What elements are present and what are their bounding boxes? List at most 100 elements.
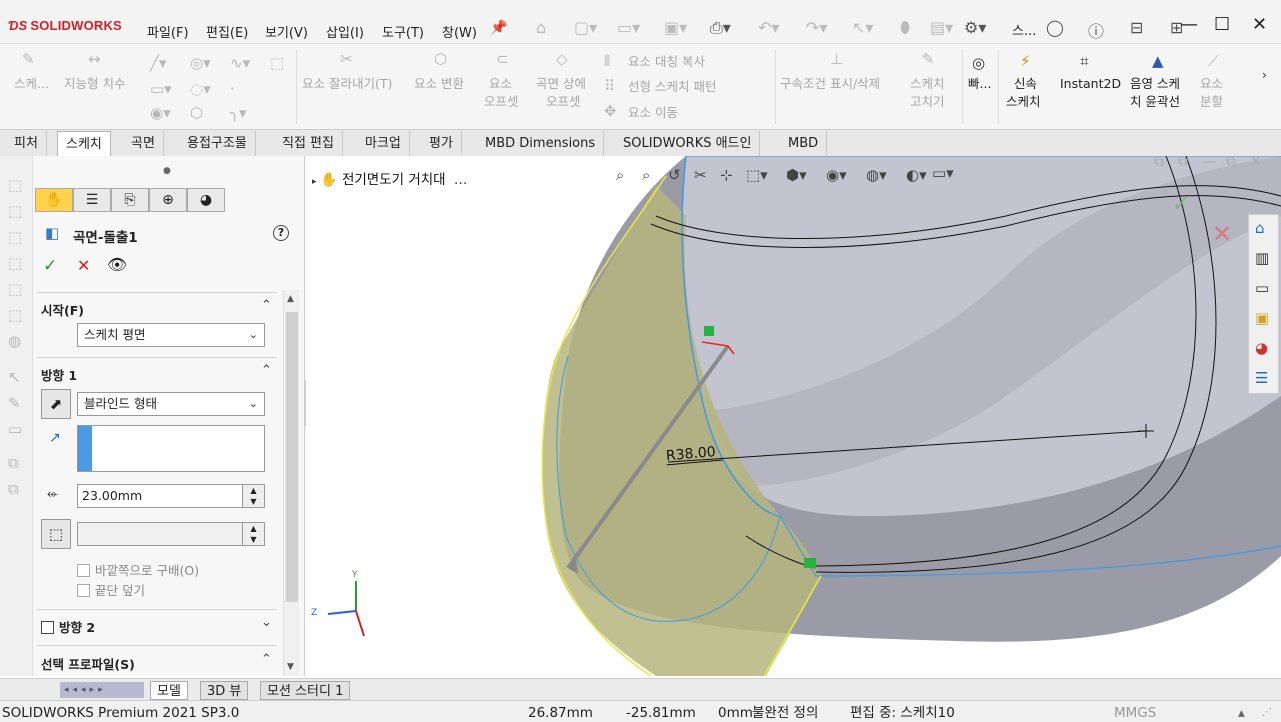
close-icon[interactable]: ✕ — [1252, 14, 1267, 35]
user-account-icon[interactable]: ◯ — [1046, 18, 1064, 37]
convert-entities-icon[interactable]: ⬡ — [434, 50, 447, 68]
more-commands-icon[interactable]: › — [1262, 68, 1267, 82]
menu-window[interactable]: 창(W) — [442, 22, 477, 41]
shaded-contours-label-1[interactable]: 음영 스케 — [1130, 75, 1180, 93]
trim-entities-button[interactable]: 요소 잘라내기(T) — [302, 75, 392, 93]
home-icon[interactable]: ⌂ — [536, 18, 546, 37]
relation-marker[interactable] — [804, 558, 816, 568]
expand-arrow-icon[interactable]: ▸ — [312, 177, 317, 187]
tab-solidworks-addins[interactable]: SOLIDWORKS 애드인 — [615, 131, 761, 156]
unit-system-dropdown-icon[interactable]: ▴ — [1238, 702, 1245, 722]
solidworks-logo[interactable]: ƊS SOLIDWORKS — [8, 18, 122, 33]
shaded-contours-label-2[interactable]: 치 윤곽선 — [1130, 93, 1180, 111]
mirror-entities-button[interactable]: 요소 대칭 복사 — [628, 53, 705, 71]
slot-icon[interactable]: ◌▾ — [190, 80, 211, 98]
hide-show-icon[interactable]: ◉▾ — [826, 166, 847, 184]
open-folder-icon[interactable]: ▭▾ — [617, 18, 640, 37]
help-icon[interactable]: ? — [273, 225, 289, 241]
offset-icon[interactable]: ⊂ — [496, 50, 509, 68]
viewport-tile-icon[interactable]: ⧉ — [1154, 156, 1164, 170]
instant2d-icon[interactable]: ⌗ — [1080, 52, 1088, 70]
polygon-icon[interactable]: ◉▾ — [150, 104, 171, 122]
tab-markup[interactable]: 마크업 — [357, 131, 410, 156]
feature-tree-root[interactable]: ▸ ✋ 전기면도기 거치대 … — [312, 168, 467, 188]
split-entities-label-2[interactable]: 분할 — [1200, 93, 1223, 111]
relation-marker[interactable] — [704, 326, 714, 336]
rapid-sketch-label-2[interactable]: 스케치 — [1006, 93, 1041, 111]
end-condition-dropdown[interactable]: 블라인드 형태 ⌄ — [77, 392, 265, 416]
trim-icon[interactable]: ✂ — [340, 50, 353, 68]
confirm-corner-ok-icon[interactable]: ✓ — [1172, 192, 1190, 217]
home-icon[interactable]: ⌂ — [1255, 219, 1265, 237]
pointer-icon[interactable]: ↖ — [8, 368, 21, 386]
box-icon[interactable]: ⬚ — [8, 280, 22, 298]
preview-eye-icon[interactable]: 👁 — [107, 255, 127, 274]
menu-edit[interactable]: 편집(E) — [206, 22, 248, 41]
chevron-down-icon[interactable]: ⌄ — [261, 615, 272, 630]
tab-mbd[interactable]: MBD — [780, 131, 828, 156]
repair-sketch-label-2[interactable]: 고치기 — [910, 93, 945, 111]
viewport-restore-icon[interactable]: ⧉ — [1178, 156, 1188, 170]
sketch-icon[interactable]: ✎ — [22, 50, 35, 68]
redo-icon[interactable]: ↷▾ — [806, 18, 827, 37]
instant2d-button[interactable]: Instant2D — [1060, 75, 1121, 93]
maximize-icon[interactable]: ☐ — [1214, 14, 1230, 35]
viewport-close-icon[interactable]: ✕ — [1250, 156, 1262, 170]
direction1-section-header[interactable]: 방향 1 — [41, 365, 77, 384]
tab-nav-arrows[interactable]: ◂◂◂▸▸ — [60, 682, 144, 698]
hexagon-icon[interactable]: ⬡ — [190, 104, 203, 122]
offset-entities-label-1[interactable]: 요소 — [489, 75, 512, 93]
edit-icon[interactable]: ✎ — [8, 394, 21, 412]
previous-view-icon[interactable]: ↺ — [668, 166, 681, 184]
tab-evaluate[interactable]: 평가 — [421, 131, 462, 156]
cancel-button[interactable]: ✕ — [77, 256, 90, 275]
copy-icon[interactable]: ⧉ — [8, 454, 19, 472]
spin-buttons[interactable]: ▲ ▼ — [242, 485, 264, 507]
configuration-icon[interactable]: ⎘ — [111, 188, 149, 212]
zoom-to-area-icon[interactable]: ⌕ — [642, 166, 650, 184]
tab-weldments[interactable]: 용접구조물 — [179, 131, 256, 156]
direction2-checkbox[interactable]: 방향 2 — [41, 617, 95, 636]
offset-on-surface-label-2[interactable]: 오프셋 — [546, 93, 581, 111]
display-delete-relations-button[interactable]: 구속조건 표시/삭제 — [780, 75, 880, 93]
copy-icon[interactable]: ⧉ — [8, 480, 19, 498]
rebuild-icon[interactable]: ▤▾ — [930, 18, 953, 37]
help-icon[interactable]: ⓘ — [1088, 18, 1104, 42]
box-icon[interactable]: ⬚ — [8, 228, 22, 246]
undo-icon[interactable]: ↶▾ — [758, 18, 779, 37]
scroll-up-icon[interactable]: ▲ — [287, 294, 294, 304]
rapid-sketch-label-1[interactable]: 신속 — [1014, 75, 1037, 93]
point-icon[interactable]: · — [230, 80, 235, 98]
spin-buttons[interactable]: ▲ ▼ — [242, 523, 264, 545]
menu-tools[interactable]: 도구(T) — [382, 22, 424, 41]
direction-selection-box[interactable] — [77, 425, 265, 472]
tab-surfaces[interactable]: 곡면 — [123, 131, 164, 156]
dynamic-annotation-icon[interactable]: ⊹ — [720, 166, 733, 184]
chevron-up-icon[interactable]: ⌃ — [261, 298, 272, 313]
box-icon[interactable]: ⬚ — [8, 306, 22, 324]
traffic-light-icon[interactable]: ⬮ — [900, 18, 910, 38]
line-icon[interactable]: ╱▾ — [150, 54, 167, 72]
file-explorer-icon[interactable]: ▭ — [1255, 279, 1269, 297]
property-manager-tab-icon[interactable]: ✋ — [35, 188, 73, 212]
viewport-minimize-icon[interactable]: — — [1202, 156, 1216, 170]
draft-toggle-button[interactable]: ⬚ — [41, 519, 71, 549]
confirm-corner-cancel-icon[interactable]: ✕ — [1212, 220, 1232, 248]
draft-outward-checkbox[interactable]: 바깥쪽으로 구배(O) — [77, 560, 199, 579]
shaded-contours-icon[interactable]: ▲ — [1152, 52, 1164, 70]
scroll-thumb[interactable] — [286, 312, 298, 602]
options-gear-icon[interactable]: ⚙▾ — [964, 18, 986, 37]
repair-sketch-icon[interactable]: ✎ — [922, 50, 935, 68]
box-icon[interactable]: ⬚ — [8, 202, 22, 220]
move-entities-button[interactable]: 요소 이동 — [628, 104, 678, 122]
sketch-button[interactable]: 스케... — [14, 75, 49, 93]
display-style-icon[interactable]: ⬢▾ — [786, 166, 807, 184]
rapid-sketch-icon[interactable]: ⚡ — [1020, 52, 1031, 70]
draft-angle-input[interactable]: ▲ ▼ — [77, 522, 265, 546]
scroll-down-icon[interactable]: ▼ — [287, 662, 294, 672]
resize-grip-icon[interactable]: ⋰ — [1262, 702, 1272, 722]
chevron-up-icon[interactable]: ⌃ — [261, 652, 272, 667]
tab-motion-study[interactable]: 모션 스터디 1 — [260, 681, 351, 700]
split-entities-icon[interactable]: ⟋ — [1208, 52, 1219, 70]
repair-sketch-label-1[interactable]: 스케치 — [910, 75, 945, 93]
